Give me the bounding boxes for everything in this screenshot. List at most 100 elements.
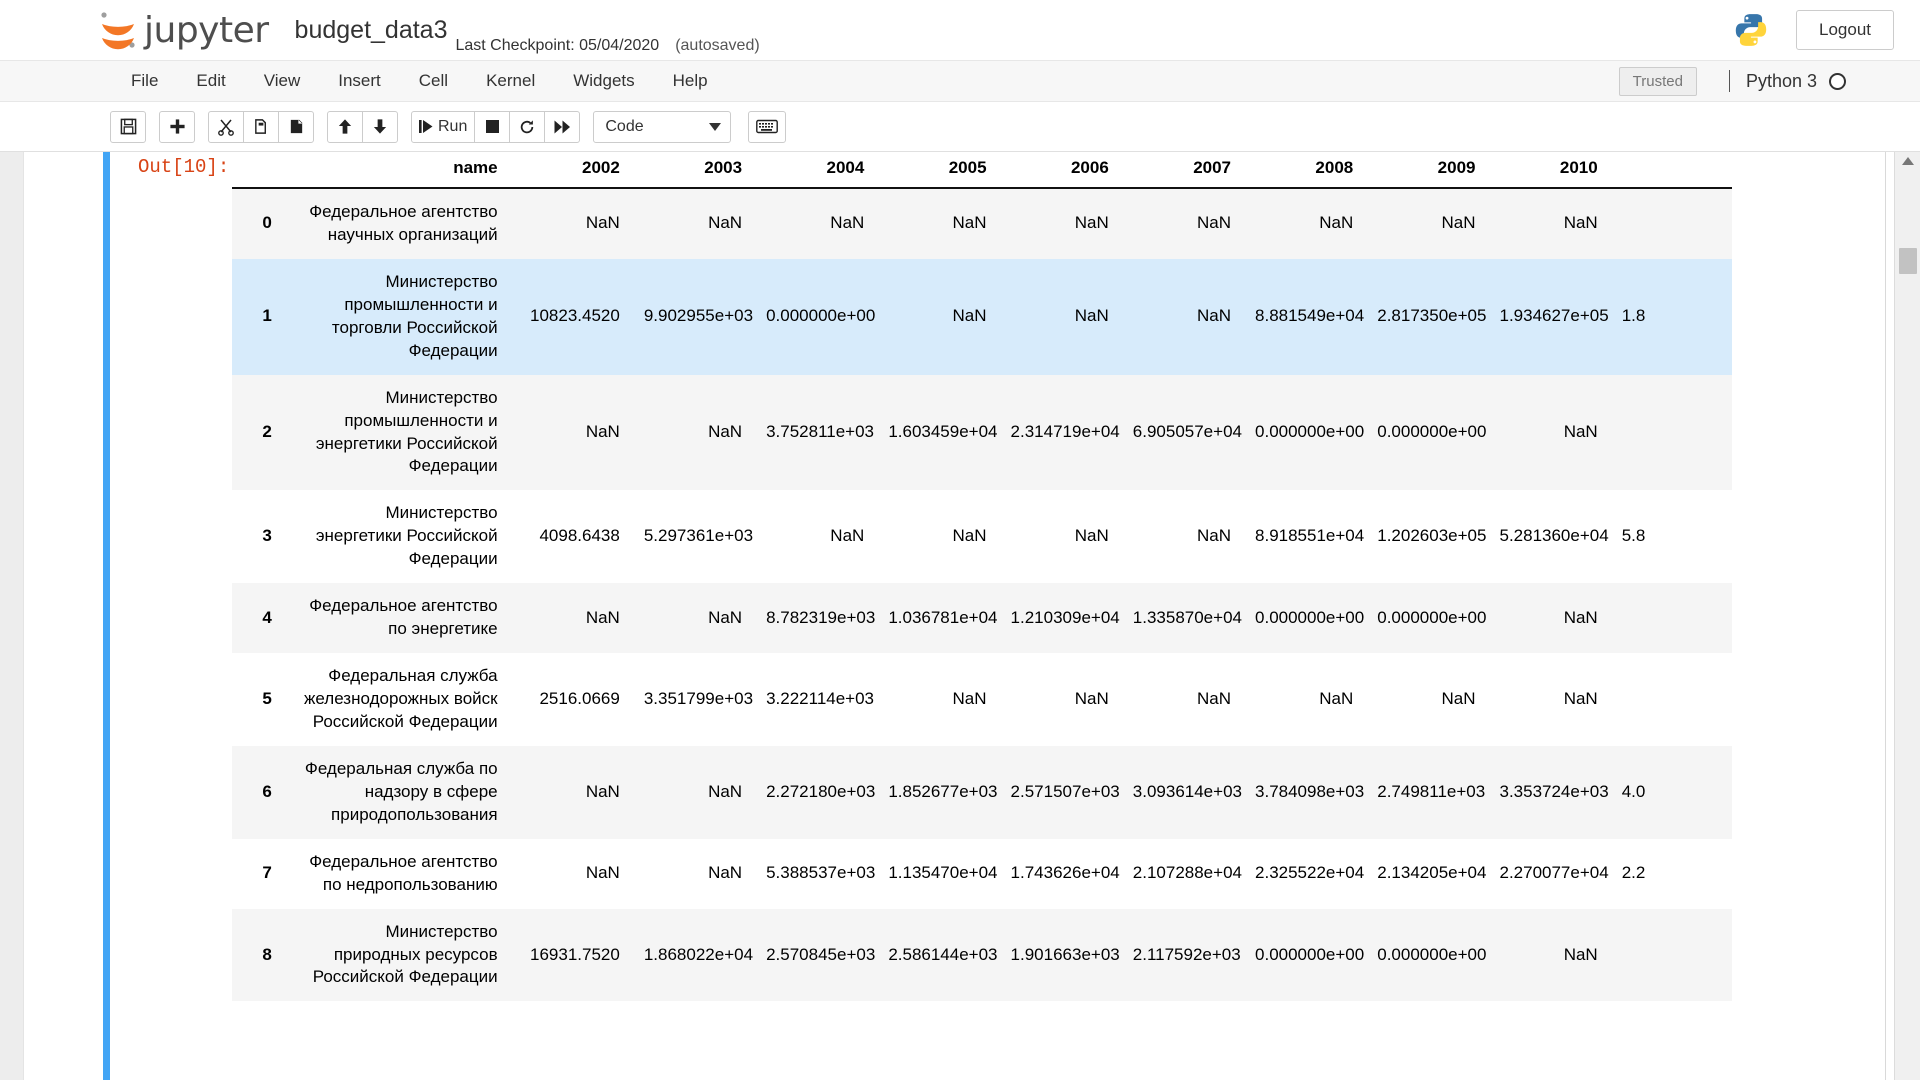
fast-forward-icon	[554, 120, 571, 134]
jupyter-notebook-app: jupyter budget_data3 Last Checkpoint: 05…	[0, 0, 1920, 1080]
row-value-cell: 2.270077e+04	[1487, 839, 1609, 909]
keyboard-shortcuts-button[interactable]	[748, 111, 786, 143]
col-header-index[interactable]	[232, 152, 284, 188]
row-name-cell: Министерство природных ресурсов Российск…	[284, 909, 510, 1002]
row-value-cell: NaN	[1121, 259, 1243, 375]
menu-item-insert[interactable]: Insert	[319, 61, 400, 101]
paste-cell-button[interactable]	[278, 111, 314, 143]
table-row: 6Федеральная служба по надзору в сфере п…	[232, 746, 1732, 839]
interrupt-kernel-button[interactable]	[474, 111, 510, 143]
col-header-overflow	[1610, 152, 1732, 188]
trusted-badge[interactable]: Trusted	[1619, 67, 1697, 96]
row-value-cell: 1.335870e+04	[1121, 583, 1243, 653]
output-prompt: Out[10]:	[138, 156, 229, 178]
row-value-cell: NaN	[1121, 490, 1243, 583]
row-value-cell: 3.351799e+03	[632, 653, 754, 746]
menu-item-edit[interactable]: Edit	[177, 61, 244, 101]
kernel-idle-circle-icon[interactable]	[1829, 73, 1846, 90]
row-value-cell: NaN	[632, 375, 754, 491]
save-button[interactable]	[110, 111, 146, 143]
cell-type-select[interactable]: Code	[593, 111, 731, 143]
col-header-2003[interactable]: 2003	[632, 152, 754, 188]
row-value-cell: 2.570845e+03	[754, 909, 876, 1002]
row-value-cell: NaN	[876, 653, 998, 746]
jupyter-logo-link[interactable]: jupyter	[96, 8, 269, 52]
row-value-cell: NaN	[999, 188, 1121, 259]
row-value-cell: NaN	[1487, 909, 1609, 1002]
col-header-2002[interactable]: 2002	[510, 152, 632, 188]
col-header-2009[interactable]: 2009	[1365, 152, 1487, 188]
row-value-cell: NaN	[754, 188, 876, 259]
dataframe-output-area[interactable]: name 2002 2003 2004 2005 2006 2007 2008 …	[232, 152, 1816, 1080]
copy-icon	[253, 118, 270, 135]
arrow-up-icon	[337, 118, 353, 135]
row-name-cell: Министерство энергетики Российской Федер…	[284, 490, 510, 583]
row-value-cell: 0.000000e+00	[1365, 375, 1487, 491]
move-cell-down-button[interactable]	[362, 111, 398, 143]
logout-button[interactable]: Logout	[1796, 10, 1894, 50]
menu-item-view[interactable]: View	[245, 61, 320, 101]
row-value-cell: 1.743626e+04	[999, 839, 1121, 909]
restart-run-all-button[interactable]	[544, 111, 580, 143]
row-value-cell: NaN	[999, 490, 1121, 583]
col-header-2004[interactable]: 2004	[754, 152, 876, 188]
keyboard-icon	[756, 119, 778, 134]
menu-item-cell[interactable]: Cell	[400, 61, 467, 101]
row-value-cell: NaN	[632, 188, 754, 259]
scroll-up-arrow-icon[interactable]	[1902, 157, 1914, 165]
row-value-cell: 1.603459e+04	[876, 375, 998, 491]
row-value-cell: 2.314719e+04	[999, 375, 1121, 491]
restart-kernel-button[interactable]	[509, 111, 545, 143]
vertical-scroll-thumb[interactable]	[1899, 248, 1917, 274]
toolbar-group-save	[110, 111, 146, 143]
col-header-name[interactable]: name	[284, 152, 510, 188]
row-value-cell: NaN	[1487, 375, 1609, 491]
cut-cell-button[interactable]	[208, 111, 244, 143]
notebook-header: jupyter budget_data3 Last Checkpoint: 05…	[0, 0, 1920, 60]
row-value-cell: 2.134205e+04	[1365, 839, 1487, 909]
row-name-cell: Федеральная служба по надзору в сфере пр…	[284, 746, 510, 839]
row-value-cell: NaN	[632, 839, 754, 909]
vertical-scrollbar[interactable]	[1894, 152, 1920, 1080]
row-overflow-cell	[1610, 583, 1732, 653]
row-value-cell: 8.881549e+04	[1243, 259, 1365, 375]
row-value-cell: 1.135470e+04	[876, 839, 998, 909]
run-button[interactable]: Run	[411, 111, 475, 143]
menubar: File Edit View Insert Cell Kernel Widget…	[0, 60, 1920, 102]
col-header-2010[interactable]: 2010	[1487, 152, 1609, 188]
menu-item-help[interactable]: Help	[654, 61, 727, 101]
move-cell-up-button[interactable]	[327, 111, 363, 143]
row-value-cell: NaN	[1121, 188, 1243, 259]
row-value-cell: NaN	[1487, 583, 1609, 653]
row-value-cell: NaN	[876, 490, 998, 583]
row-name-cell: Федеральное агентство научных организаци…	[284, 188, 510, 259]
row-index-cell: 1	[232, 259, 284, 375]
row-value-cell: 2516.0669	[510, 653, 632, 746]
row-value-cell: NaN	[510, 839, 632, 909]
save-icon	[120, 118, 137, 135]
cell-type-value: Code	[605, 118, 643, 136]
toolbar-group-run: Run	[411, 111, 580, 143]
col-header-2008[interactable]: 2008	[1243, 152, 1365, 188]
row-name-cell: Министерство промышленности и энергетики…	[284, 375, 510, 491]
row-name-cell: Федеральное агентство по энергетике	[284, 583, 510, 653]
row-value-cell: 8.918551e+04	[1243, 490, 1365, 583]
notebook-toolbar: Run	[0, 102, 1920, 152]
row-value-cell: 2.107288e+04	[1121, 839, 1243, 909]
restart-icon	[519, 119, 535, 135]
toolbar-group-clipboard	[208, 111, 314, 143]
insert-cell-below-button[interactable]	[159, 111, 195, 143]
menu-item-file[interactable]: File	[112, 61, 177, 101]
menu-item-kernel[interactable]: Kernel	[467, 61, 554, 101]
table-row: 7Федеральное агентство по недропользован…	[232, 839, 1732, 909]
row-index-cell: 5	[232, 653, 284, 746]
row-value-cell: 2.117592e+03	[1121, 909, 1243, 1002]
notebook-title[interactable]: budget_data3	[295, 16, 448, 45]
col-header-2007[interactable]: 2007	[1121, 152, 1243, 188]
col-header-2006[interactable]: 2006	[999, 152, 1121, 188]
row-value-cell: 1.934627e+05	[1487, 259, 1609, 375]
col-header-2005[interactable]: 2005	[876, 152, 998, 188]
menu-item-widgets[interactable]: Widgets	[554, 61, 653, 101]
output-area-divider	[1885, 152, 1886, 1080]
copy-cell-button[interactable]	[243, 111, 279, 143]
